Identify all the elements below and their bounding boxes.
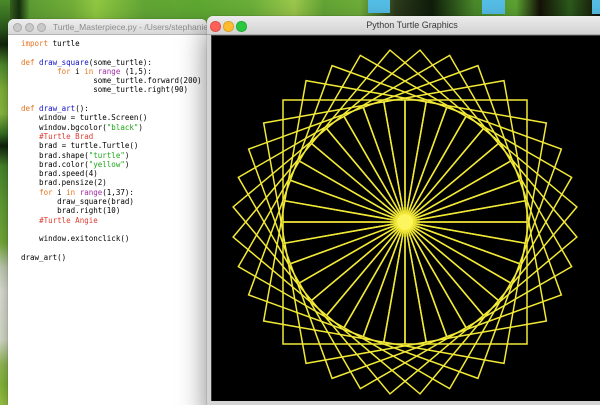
- code-line: brad.color("yellow"): [21, 159, 130, 169]
- code-line: some_turtle.forward(200): [21, 76, 202, 86]
- code-line: window.bgcolor("black"): [21, 122, 143, 132]
- blue-tile: [368, 0, 390, 13]
- code-area[interactable]: import turtle def draw_square(some_turtl…: [8, 35, 207, 262]
- code-line: for i in range (1,5):: [57, 66, 152, 76]
- blue-tile: [592, 0, 600, 14]
- turtle-window-title: Python Turtle Graphics: [366, 19, 458, 30]
- editor-window: Turtle_Masterpiece.py - /Users/stephanie…: [8, 19, 207, 405]
- turtle-titlebar[interactable]: Python Turtle Graphics: [207, 16, 600, 35]
- code-line: for i in range(1,37):: [39, 187, 134, 197]
- code-line: #Turtle Brad: [39, 131, 94, 141]
- turtle-drawing-svg: [232, 49, 578, 395]
- code-line: brad.shape("turtle"): [21, 150, 130, 160]
- turtle-graphics-window: Python Turtle Graphics: [207, 16, 600, 405]
- minimize-button-icon[interactable]: [25, 22, 34, 32]
- code-line: draw_square(brad): [21, 197, 134, 207]
- editor-window-title: Turtle_Masterpiece.py - /Users/stephanie: [53, 21, 207, 32]
- code-line: #Turtle Angie: [39, 215, 98, 225]
- code-line: def draw_art():: [21, 104, 89, 114]
- desktop: Turtle_Masterpiece.py - /Users/stephanie…: [0, 0, 600, 405]
- editor-titlebar[interactable]: Turtle_Masterpiece.py - /Users/stephanie: [8, 19, 207, 35]
- close-button-icon[interactable]: [13, 22, 22, 32]
- blue-tile: [482, 0, 505, 14]
- code-line: some_turtle.right(90): [21, 85, 189, 95]
- code-line: window.exitonclick(): [21, 234, 130, 244]
- code-line: brad.speed(4): [21, 169, 98, 179]
- code-line: brad.right(10): [21, 206, 121, 216]
- code-line: brad.pensize(2): [21, 178, 107, 188]
- editor-content: import turtle def draw_square(some_turtl…: [8, 35, 207, 405]
- turtle-canvas[interactable]: [211, 35, 600, 401]
- code-line: window = turtle.Screen(): [21, 113, 148, 123]
- code-line: brad = turtle.Turtle(): [21, 141, 139, 151]
- code-line: def draw_square(some_turtle):: [21, 57, 152, 67]
- code-line: draw_art(): [21, 252, 67, 262]
- code-line: import turtle: [21, 39, 80, 48]
- zoom-button-icon[interactable]: [37, 22, 46, 32]
